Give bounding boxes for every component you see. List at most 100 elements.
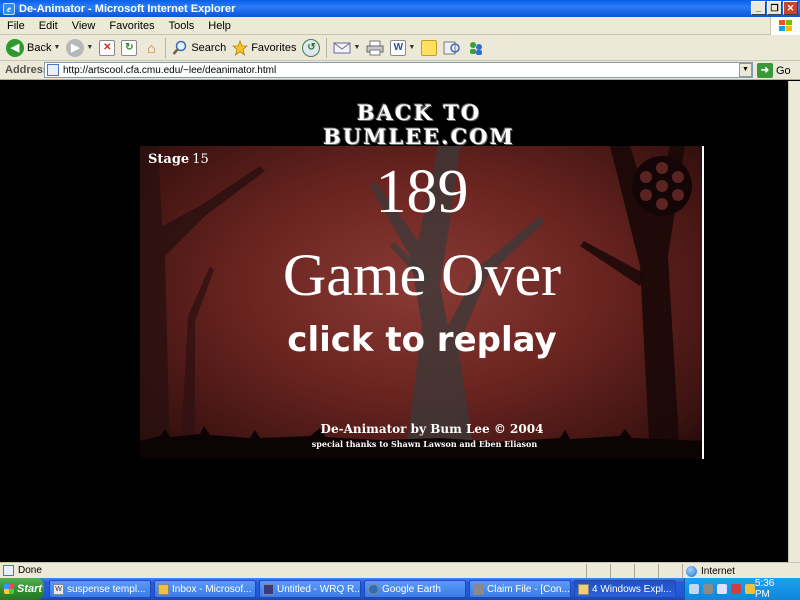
mail-button[interactable]: ▼ (330, 37, 363, 59)
taskbar-item-google-earth[interactable]: Google Earth (364, 580, 466, 598)
research-icon (443, 41, 461, 54)
replay-button[interactable]: click to replay (140, 318, 702, 362)
ie-icon: e (3, 2, 15, 15)
status-pane (610, 564, 634, 578)
task-label: suspense templ... (67, 583, 146, 595)
menu-file[interactable]: File (0, 20, 32, 32)
status-panes (586, 564, 682, 578)
tray-icon[interactable] (689, 584, 699, 594)
note-icon (421, 39, 438, 56)
status-text: Done (18, 565, 42, 576)
chevron-down-icon[interactable]: ▼ (53, 44, 60, 51)
start-button[interactable]: Start (0, 578, 44, 600)
status-pane (634, 564, 658, 578)
address-url: http://artscool.cfa.cmu.edu/~lee/deanima… (63, 64, 277, 76)
go-arrow-icon: ➜ (757, 63, 773, 78)
minimize-button[interactable]: _ (751, 1, 766, 15)
restore-button[interactable]: ❐ (767, 1, 782, 15)
task-label: Google Earth (382, 583, 441, 595)
game-credits: De-Animator by Bum Lee © 2004 (320, 422, 544, 436)
app-icon (473, 583, 484, 595)
refresh-icon: ↻ (121, 39, 138, 56)
globe-icon (368, 583, 379, 595)
game-thanks: special thanks to Shawn Lawson and Eben … (311, 439, 538, 449)
forward-button[interactable]: ▶ ▼ (63, 37, 96, 59)
shield-icon[interactable] (730, 584, 741, 594)
security-zone: Internet (682, 564, 800, 578)
go-button[interactable]: ➜ Go (757, 62, 791, 79)
clock: 5:36 PM (754, 578, 775, 600)
globe-icon (686, 565, 697, 577)
chevron-down-icon[interactable]: ▼ (86, 44, 93, 51)
stop-button[interactable]: ✕ (96, 37, 118, 59)
search-label: Search (191, 41, 227, 54)
outlook-icon (158, 583, 169, 595)
page-icon (47, 64, 59, 76)
search-icon (172, 40, 187, 55)
menu-bar: File Edit View Favorites Tools Help (0, 17, 800, 35)
back-label: Back (27, 41, 52, 54)
status-pane (658, 564, 682, 578)
mail-icon (333, 42, 351, 53)
chevron-down-icon[interactable]: ▼ (353, 44, 360, 51)
task-label: Claim File - [Con... (487, 583, 570, 595)
address-bar: Address http://artscool.cfa.cmu.edu/~lee… (0, 61, 800, 80)
taskbar: Start W suspense templ... Inbox - Micros… (0, 578, 800, 600)
history-button[interactable]: ↺ (299, 37, 323, 59)
favorites-label: Favorites (251, 41, 297, 54)
address-dropdown-button[interactable]: ▼ (739, 63, 752, 77)
task-label: 4 Windows Expl... (592, 583, 672, 595)
print-icon (366, 40, 384, 55)
discuss-button[interactable] (418, 37, 440, 59)
folder-icon (578, 583, 589, 595)
refresh-button[interactable]: ↻ (118, 37, 140, 59)
address-input[interactable]: http://artscool.cfa.cmu.edu/~lee/deanima… (44, 62, 753, 78)
messenger-button[interactable] (464, 37, 488, 59)
star-icon (232, 39, 249, 56)
menu-edit[interactable]: Edit (32, 20, 65, 32)
taskbar-item-explorer-group[interactable]: 4 Windows Expl... (574, 580, 676, 598)
taskbar-item-inbox[interactable]: Inbox - Microsof... (154, 580, 256, 598)
back-to-bumlee-link[interactable]: BACK TO BUMLEE.COM (272, 101, 566, 149)
menu-help[interactable]: Help (201, 20, 238, 32)
menu-tools[interactable]: Tools (162, 20, 202, 32)
zone-label: Internet (701, 565, 735, 577)
status-pane (586, 564, 610, 578)
word-icon: W (53, 583, 64, 595)
task-label: Untitled - WRQ R... (277, 583, 361, 595)
windows-flag-icon (4, 584, 14, 594)
vertical-scrollbar[interactable] (788, 81, 800, 562)
menu-view[interactable]: View (65, 20, 103, 32)
shield-icon[interactable] (716, 584, 727, 594)
chevron-down-icon[interactable]: ▼ (408, 44, 415, 51)
tray-icon[interactable] (702, 584, 713, 594)
edit-button[interactable]: W ▼ (387, 37, 418, 59)
system-tray: 5:36 PM (684, 578, 800, 600)
forward-arrow-icon: ▶ (66, 38, 85, 57)
tray-icon[interactable] (744, 584, 755, 594)
research-button[interactable] (440, 37, 464, 59)
stop-icon: ✕ (99, 39, 116, 56)
terminal-icon (263, 583, 274, 595)
score-display: 189 (375, 158, 469, 226)
toolbar-separator (165, 37, 167, 58)
print-button[interactable] (363, 37, 387, 59)
history-icon: ↺ (302, 38, 321, 57)
favorites-button[interactable]: Favorites (229, 37, 299, 59)
search-button[interactable]: Search (169, 37, 229, 59)
toolbar-separator (326, 37, 328, 58)
start-label: Start (17, 583, 43, 595)
menu-favorites[interactable]: Favorites (102, 20, 161, 32)
taskbar-item-wrq[interactable]: Untitled - WRQ R... (259, 580, 361, 598)
windows-logo-icon (770, 17, 800, 35)
home-button[interactable]: ⌂ (140, 37, 162, 59)
taskbar-item-claim-file[interactable]: Claim File - [Con... (469, 580, 571, 598)
go-label: Go (776, 64, 791, 77)
word-icon: W (390, 39, 407, 56)
close-button[interactable]: ✕ (783, 1, 798, 15)
game-canvas[interactable]: Stage 15 189 Game Over click to replay De… (140, 146, 704, 459)
taskbar-item-suspense[interactable]: W suspense templ... (49, 580, 151, 598)
task-list: W suspense templ... Inbox - Microsof... … (49, 580, 676, 598)
back-button[interactable]: ◀ Back ▼ (3, 37, 63, 59)
window-title-bar[interactable]: e De-Animator - Microsoft Internet Explo… (0, 0, 800, 17)
